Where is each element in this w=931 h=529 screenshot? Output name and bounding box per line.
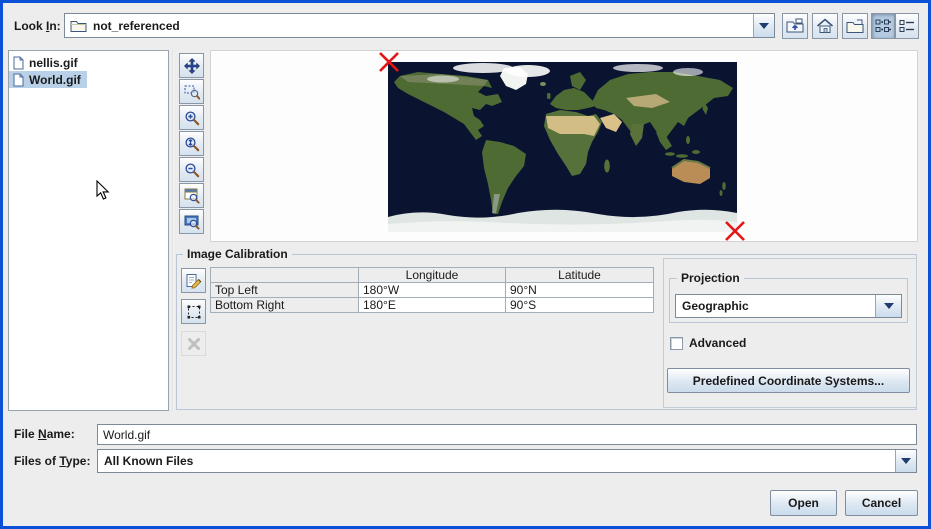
file-name-text: World.gif — [29, 73, 81, 87]
longitude-cell[interactable]: 180°W — [359, 283, 506, 298]
corner-label: Bottom Right — [211, 298, 359, 313]
calibration-point-marker-bottomright[interactable] — [724, 220, 746, 242]
details-view-button[interactable] — [895, 13, 919, 39]
longitude-column-header: Longitude — [359, 268, 506, 283]
new-folder-icon — [846, 19, 864, 34]
look-in-label: Look In: — [14, 19, 61, 33]
pan-tool-button[interactable] — [179, 53, 204, 78]
zoom-fit-vertical-button[interactable] — [179, 131, 204, 156]
up-one-level-button[interactable] — [782, 13, 808, 39]
world-map-image[interactable] — [388, 62, 737, 232]
look-in-combobox[interactable]: not_referenced — [64, 13, 775, 38]
delete-point-button[interactable] — [181, 331, 206, 356]
file-name-text: nellis.gif — [29, 56, 78, 70]
zoom-out-icon — [184, 162, 200, 178]
zoom-rectangle-button[interactable] — [179, 79, 204, 104]
latitude-column-header: Latitude — [506, 268, 654, 283]
list-view-button[interactable] — [871, 13, 895, 39]
details-view-icon — [899, 19, 915, 33]
zoom-fit-vertical-icon — [184, 136, 200, 152]
projection-dropdown-button[interactable] — [875, 295, 901, 317]
select-area-icon — [186, 304, 202, 320]
advanced-checkbox[interactable] — [670, 337, 683, 350]
open-button[interactable]: Open — [770, 490, 837, 516]
georeference-file-dialog: Look In: not_referenced — [0, 0, 931, 529]
file-icon — [13, 73, 24, 87]
panel-divider — [172, 50, 174, 411]
corner-column-header — [211, 268, 359, 283]
longitude-cell[interactable]: 180°E — [359, 298, 506, 313]
zoom-out-button[interactable] — [179, 157, 204, 182]
projection-combobox[interactable]: Geographic — [675, 294, 902, 318]
projection-title: Projection — [677, 271, 744, 285]
latitude-cell[interactable]: 90°S — [506, 298, 654, 313]
select-area-button[interactable] — [181, 299, 206, 324]
advanced-label: Advanced — [689, 336, 746, 350]
file-icon — [13, 56, 24, 70]
projection-value: Geographic — [682, 299, 749, 313]
list-item[interactable]: nellis.gif — [9, 54, 168, 71]
list-item-selected[interactable]: World.gif — [9, 71, 168, 88]
zoom-screen-icon — [184, 214, 200, 230]
predefined-coordinate-systems-button[interactable]: Predefined Coordinate Systems... — [667, 368, 910, 393]
file-name-label: File Name: — [14, 427, 75, 441]
delete-point-icon — [187, 337, 201, 351]
zoom-in-icon — [184, 110, 200, 126]
calibration-point-marker-topleft[interactable] — [378, 51, 400, 73]
calibration-table-header-row: Longitude Latitude — [211, 268, 654, 283]
look-in-dropdown-button[interactable] — [753, 14, 774, 37]
table-row: Bottom Right 180°E 90°S — [211, 298, 654, 313]
zoom-to-window-button[interactable] — [179, 183, 204, 208]
file-list[interactable]: nellis.gif World.gif — [8, 50, 169, 411]
calibration-table: Longitude Latitude Top Left 180°W 90°N B… — [210, 267, 654, 313]
edit-point-button[interactable] — [181, 268, 206, 293]
new-folder-button[interactable] — [842, 13, 868, 39]
up-folder-icon — [786, 18, 804, 34]
zoom-window-icon — [184, 188, 200, 204]
file-name-input[interactable]: World.gif — [97, 424, 917, 445]
files-of-type-dropdown-button[interactable] — [895, 450, 916, 472]
table-row: Top Left 180°W 90°N — [211, 283, 654, 298]
list-view-icon — [875, 19, 891, 33]
corner-label: Top Left — [211, 283, 359, 298]
home-button[interactable] — [812, 13, 838, 39]
files-of-type-value: All Known Files — [104, 454, 193, 468]
latitude-cell[interactable]: 90°N — [506, 283, 654, 298]
files-of-type-combobox[interactable]: All Known Files — [97, 449, 917, 473]
zoom-rectangle-icon — [184, 84, 200, 100]
image-calibration-title: Image Calibration — [183, 247, 292, 261]
folder-icon — [70, 19, 87, 33]
zoom-to-screen-button[interactable] — [179, 209, 204, 234]
chevron-down-icon — [901, 458, 911, 464]
edit-point-icon — [186, 273, 202, 289]
home-icon — [816, 18, 834, 34]
zoom-in-button[interactable] — [179, 105, 204, 130]
chevron-down-icon — [759, 23, 769, 29]
files-of-type-label: Files of Type: — [14, 454, 90, 468]
look-in-value: not_referenced — [93, 19, 180, 33]
cancel-button[interactable]: Cancel — [845, 490, 918, 516]
chevron-down-icon — [884, 303, 894, 309]
pan-icon — [184, 58, 200, 74]
